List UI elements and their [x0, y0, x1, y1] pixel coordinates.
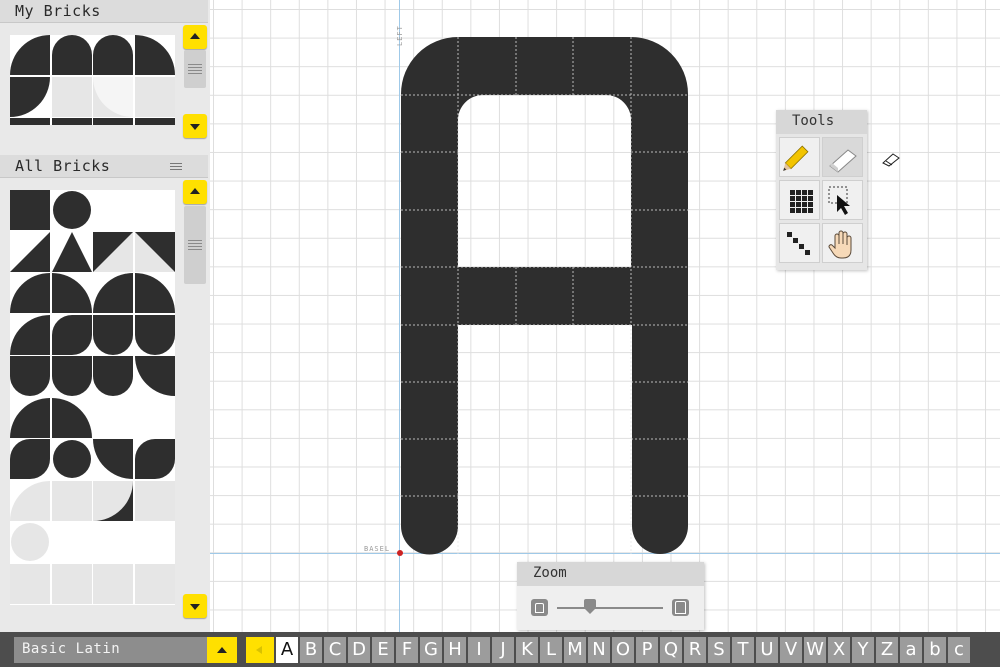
glyph-scroll-left-button[interactable]: [246, 637, 274, 663]
glyph-L[interactable]: L: [540, 637, 562, 663]
glyph-E[interactable]: E: [372, 637, 394, 663]
selection-arrow-icon: [828, 186, 850, 215]
glyph-list: ABCDEFGHIJKLMNOPQRSTUVWXYZabc: [276, 637, 972, 663]
glyph-O[interactable]: O: [612, 637, 634, 663]
glyph-shape[interactable]: [0, 0, 1000, 632]
glyph-D[interactable]: D: [348, 637, 370, 663]
charset-dropdown[interactable]: Basic Latin: [14, 637, 207, 663]
diagonal-line-icon: [787, 232, 810, 255]
pencil-tool-button[interactable]: [779, 137, 820, 177]
glyph-K[interactable]: K: [516, 637, 538, 663]
zoom-panel: Zoom: [517, 562, 704, 630]
pencil-icon: [783, 145, 809, 171]
glyph-Q[interactable]: Q: [660, 637, 682, 663]
eraser-cursor-icon: [882, 153, 900, 167]
small-a-icon: [535, 603, 544, 613]
glyph-A[interactable]: A: [276, 637, 298, 663]
glyph-b[interactable]: b: [924, 637, 946, 663]
glyph-c[interactable]: c: [948, 637, 970, 663]
glyph-V[interactable]: V: [780, 637, 802, 663]
zoom-out-button[interactable]: [531, 599, 548, 616]
glyph-Z[interactable]: Z: [876, 637, 898, 663]
zoom-slider-track[interactable]: [557, 607, 663, 609]
glyph-B[interactable]: B: [300, 637, 322, 663]
tools-panel: Tools: [776, 110, 867, 270]
glyph-H[interactable]: H: [444, 637, 466, 663]
glyph-a[interactable]: a: [900, 637, 922, 663]
glyph-U[interactable]: U: [756, 637, 778, 663]
origin-marker: [397, 550, 403, 556]
large-a-icon: [675, 601, 686, 614]
glyph-G[interactable]: G: [420, 637, 442, 663]
glyph-C[interactable]: C: [324, 637, 346, 663]
glyph-T[interactable]: T: [732, 637, 754, 663]
grid-fill-icon: [790, 190, 813, 213]
select-tool-button[interactable]: [822, 180, 863, 220]
glyph-Y[interactable]: Y: [852, 637, 874, 663]
glyph-R[interactable]: R: [684, 637, 706, 663]
glyph-X[interactable]: X: [828, 637, 850, 663]
zoom-in-button[interactable]: [672, 599, 689, 616]
hand-pan-icon: [828, 230, 852, 259]
zoom-title-bar[interactable]: Zoom: [517, 562, 704, 586]
line-tool-button[interactable]: [779, 223, 820, 263]
glyph-I[interactable]: I: [468, 637, 490, 663]
glyph-F[interactable]: F: [396, 637, 418, 663]
pan-tool-button[interactable]: [822, 223, 863, 263]
eraser-tool-button[interactable]: [822, 137, 863, 177]
glyph-W[interactable]: W: [804, 637, 826, 663]
zoom-slider-handle[interactable]: [583, 599, 596, 615]
glyph-M[interactable]: M: [564, 637, 586, 663]
glyph-J[interactable]: J: [492, 637, 514, 663]
fill-grid-tool-button[interactable]: [779, 180, 820, 220]
glyph-N[interactable]: N: [588, 637, 610, 663]
glyph-bar: Basic Latin ABCDEFGHIJKLMNOPQRSTUVWXYZab…: [0, 632, 1000, 667]
zoom-title: Zoom: [533, 565, 567, 581]
tools-title-bar[interactable]: Tools: [776, 110, 867, 134]
glyph-S[interactable]: S: [708, 637, 730, 663]
eraser-icon: [829, 149, 857, 173]
tools-title: Tools: [792, 113, 835, 129]
charset-label: Basic Latin: [22, 641, 121, 657]
glyph-P[interactable]: P: [636, 637, 658, 663]
charset-dropdown-button[interactable]: [207, 637, 237, 663]
